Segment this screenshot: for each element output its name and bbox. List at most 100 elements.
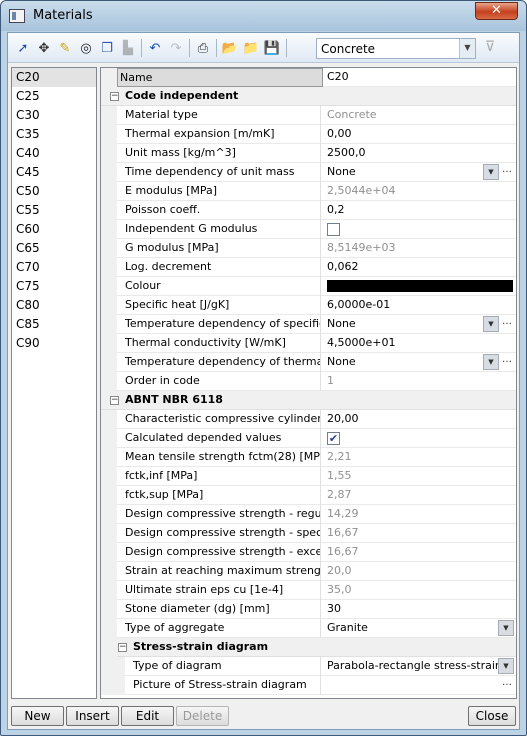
property-row[interactable]: Strain at reaching maximum strength ep..… [101, 562, 516, 581]
copy-icon[interactable]: ❐ [98, 39, 116, 57]
save-icon[interactable]: 💾 [263, 39, 281, 57]
property-row[interactable]: Picture of Stress-strain diagram … [101, 676, 516, 695]
open-folder-icon[interactable]: 📂 [221, 39, 239, 57]
property-row[interactable]: Colour [101, 277, 516, 296]
chevron-down-icon[interactable]: ▼ [483, 164, 499, 180]
property-row[interactable]: Thermal conductivity [W/mK] 4,5000e+01 [101, 334, 516, 353]
chevron-down-icon[interactable]: ▼ [498, 658, 514, 674]
material-type-value: Concrete [321, 42, 376, 56]
list-item[interactable]: C45 [12, 163, 96, 182]
binoculars-icon[interactable]: ◎ [77, 39, 95, 57]
property-value[interactable]: 6,0000e-01 [327, 296, 516, 315]
materials-list[interactable]: C20 C25 C30 C35 C40 C45 C50 C55 C60 C65 … [11, 67, 97, 699]
list-item[interactable]: C25 [12, 87, 96, 106]
property-row[interactable]: Design compressive strength - exceptio..… [101, 543, 516, 562]
list-item[interactable]: C20 [12, 68, 96, 87]
category-abnt-nbr-6118[interactable]: − ABNT NBR 6118 [101, 391, 516, 410]
list-item[interactable]: C75 [12, 277, 96, 296]
chevron-down-icon[interactable]: ▼ [459, 39, 475, 58]
property-row[interactable]: Calculated depended values ✔ [101, 429, 516, 448]
property-row[interactable]: Ultimate strain eps cu [1e-4] 35,0 [101, 581, 516, 600]
property-value[interactable]: 0,00 [327, 125, 516, 144]
title-bar[interactable]: Materials ✕ [1, 1, 526, 31]
property-value[interactable]: 4,5000e+01 [327, 334, 516, 353]
calculated-values-checkbox[interactable]: ✔ [327, 432, 340, 445]
property-value[interactable]: 2500,0 [327, 144, 516, 163]
list-item[interactable]: C50 [12, 182, 96, 201]
filter-icon[interactable]: ⊽ [482, 39, 498, 57]
property-row[interactable]: Stone diameter (dg) [mm] 30 [101, 600, 516, 619]
list-item[interactable]: C65 [12, 239, 96, 258]
close-button[interactable]: Close [468, 706, 516, 726]
property-value[interactable]: Granite [327, 619, 516, 638]
property-row[interactable]: G modulus [MPa] 8,5149e+03 [101, 239, 516, 258]
print-icon[interactable]: ⎙ [194, 39, 212, 57]
property-row[interactable]: Design compressive strength - special (.… [101, 524, 516, 543]
list-item[interactable]: C70 [12, 258, 96, 277]
list-item[interactable]: C55 [12, 201, 96, 220]
property-row[interactable]: Temperature dependency of thermal c... N… [101, 353, 516, 372]
new-button[interactable]: New [11, 706, 64, 726]
property-row[interactable]: Log. decrement 0,062 [101, 258, 516, 277]
list-item[interactable]: C85 [12, 315, 96, 334]
close-window-button[interactable]: ✕ [475, 2, 518, 20]
property-row[interactable]: Type of aggregate Granite ▼ [101, 619, 516, 638]
property-row[interactable]: E modulus [MPa] 2,5044e+04 [101, 182, 516, 201]
property-row[interactable]: Design compressive strength - regular (.… [101, 505, 516, 524]
property-row[interactable]: fctk,sup [MPa] 2,87 [101, 486, 516, 505]
list-item[interactable]: C80 [12, 296, 96, 315]
delete-tool-icon[interactable]: ▙ [119, 39, 137, 57]
property-row[interactable]: Independent G modulus [101, 220, 516, 239]
property-value[interactable]: 0,062 [327, 258, 516, 277]
edit-button[interactable]: Edit [121, 706, 174, 726]
property-row[interactable]: Time dependency of unit mass None ▼ … [101, 163, 516, 182]
material-type-combo[interactable]: Concrete ▼ [316, 38, 476, 59]
window-title: Materials [33, 8, 93, 23]
ellipsis-button[interactable]: … [500, 164, 514, 180]
chevron-down-icon[interactable]: ▼ [483, 354, 499, 370]
category-code-independent[interactable]: − Code independent [101, 87, 516, 106]
property-value[interactable]: 20,00 [327, 410, 516, 429]
collapse-icon[interactable]: − [110, 92, 119, 101]
property-row-name[interactable]: Name C20 [101, 68, 516, 87]
property-row[interactable]: Mean tensile strength fctm(28) [MPa] 2,2… [101, 448, 516, 467]
list-item[interactable]: C30 [12, 106, 96, 125]
property-row[interactable]: Thermal expansion [m/mK] 0,00 [101, 125, 516, 144]
property-row[interactable]: Type of diagram Parabola-rectangle stres… [101, 657, 516, 676]
edit-pencil-icon[interactable]: ✎ [56, 39, 74, 57]
independent-g-checkbox[interactable] [327, 223, 340, 236]
list-item[interactable]: C40 [12, 144, 96, 163]
property-row[interactable]: Unit mass [kg/m^3] 2500,0 [101, 144, 516, 163]
property-row[interactable]: Order in code 1 [101, 372, 516, 391]
arrow-pick-icon[interactable]: ➚ [14, 39, 32, 57]
collapse-icon[interactable]: − [118, 643, 127, 652]
chevron-down-icon[interactable]: ▼ [498, 620, 514, 636]
property-value[interactable]: 30 [327, 600, 516, 619]
list-item[interactable]: C90 [12, 334, 96, 353]
delete-button[interactable]: Delete [176, 706, 229, 726]
chevron-down-icon[interactable]: ▼ [483, 316, 499, 332]
undo-icon[interactable]: ↶ [146, 39, 164, 57]
ellipsis-button[interactable]: … [500, 316, 514, 332]
import-folder-icon[interactable]: 📁 [242, 39, 260, 57]
property-row[interactable]: Characteristic compressive cylinder stre… [101, 410, 516, 429]
category-stress-strain[interactable]: − Stress-strain diagram [101, 638, 516, 657]
property-row[interactable]: Material type Concrete [101, 106, 516, 125]
list-item[interactable]: C60 [12, 220, 96, 239]
redo-icon[interactable]: ↷ [167, 39, 185, 57]
insert-button[interactable]: Insert [66, 706, 119, 726]
property-row[interactable]: fctk,inf [MPa] 1,55 [101, 467, 516, 486]
property-value[interactable]: Parabola-rectangle stress-strain diagram [327, 657, 499, 676]
name-value[interactable]: C20 [327, 68, 516, 87]
property-row[interactable]: Temperature dependency of specific h... … [101, 315, 516, 334]
collapse-icon[interactable]: − [110, 396, 119, 405]
colour-swatch[interactable] [327, 280, 513, 292]
row-gutter [101, 410, 117, 429]
property-row[interactable]: Poisson coeff. 0,2 [101, 201, 516, 220]
move-icon[interactable]: ✥ [35, 39, 53, 57]
ellipsis-button[interactable]: … [500, 354, 514, 370]
ellipsis-button[interactable]: … [500, 677, 514, 693]
property-row[interactable]: Specific heat [J/gK] 6,0000e-01 [101, 296, 516, 315]
property-value[interactable]: 0,2 [327, 201, 516, 220]
list-item[interactable]: C35 [12, 125, 96, 144]
